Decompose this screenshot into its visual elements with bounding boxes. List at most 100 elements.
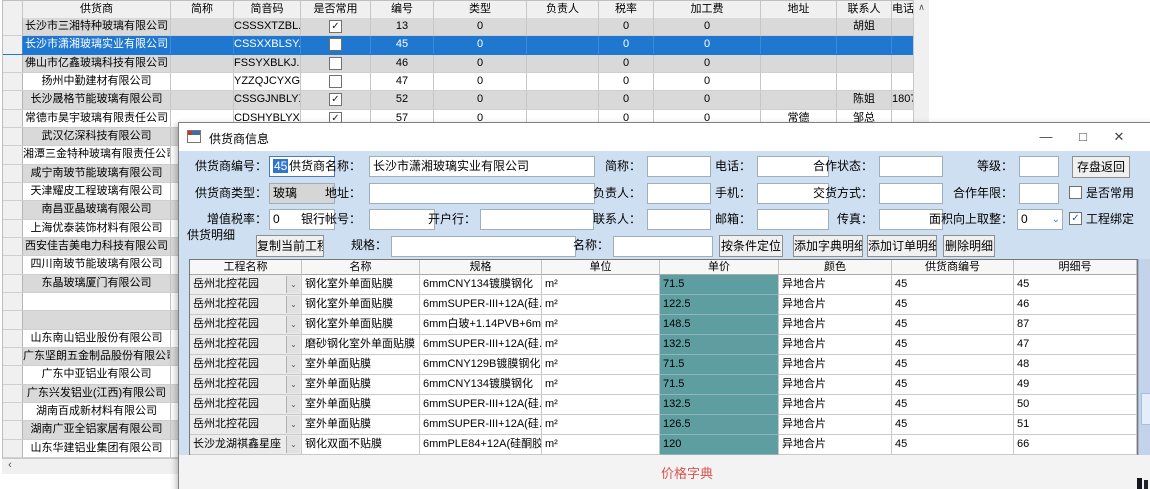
column-header[interactable]: 供货商 — [23, 1, 171, 19]
detail-cell: 132.5 — [660, 335, 779, 355]
column-header[interactable]: 简音码 — [234, 1, 301, 19]
row-header-cell — [3, 55, 23, 72]
project-bind-checkbox[interactable]: ✓工程绑定 — [1069, 212, 1134, 227]
common-use-checkbox[interactable] — [329, 57, 342, 70]
column-header[interactable]: 联系人 — [837, 1, 892, 19]
scroll-up-icon[interactable]: ∧ — [914, 0, 929, 16]
project-combo-cell[interactable]: 岳州北控花园⌄ — [190, 395, 302, 415]
maximize-icon[interactable]: □ — [1068, 127, 1098, 147]
column-header[interactable]: 名称 — [302, 260, 420, 275]
detail-cell: 71.5 — [660, 275, 779, 295]
column-header[interactable]: 负责人 — [527, 1, 599, 19]
column-header[interactable]: 简称 — [171, 1, 234, 19]
project-combo-cell[interactable]: 岳州北控花园⌄ — [190, 415, 302, 435]
column-header[interactable]: 明细号 — [1014, 260, 1137, 275]
name-filter-input[interactable] — [613, 236, 713, 257]
project-combo-cell[interactable]: 岳州北控花园⌄ — [190, 355, 302, 375]
project-combo-cell[interactable]: 岳州北控花园⌄ — [190, 295, 302, 315]
supplier-cell: 常德市昊宇玻璃有限责任公司 — [23, 110, 171, 127]
add-order-detail-button[interactable]: 添加订单明细 — [867, 235, 937, 257]
grade-input[interactable] — [1019, 156, 1059, 177]
project-combo-cell[interactable]: 岳州北控花园⌄ — [190, 335, 302, 355]
combo-arrow-icon[interactable]: ⌄ — [286, 276, 300, 293]
detail-cell: 钢化室外单面贴膜 — [302, 315, 420, 335]
common-use-checkbox[interactable] — [329, 75, 342, 88]
detail-row[interactable]: 长沙龙湖祺鑫星座⌄钢化双面不贴膜6mmPLE84+12A(硅酮胶...m²120… — [190, 435, 1137, 455]
supplier-cell: 扬州中勤建材有限公司 — [23, 73, 171, 90]
combo-arrow-icon[interactable]: ⌄ — [286, 336, 300, 353]
address-input[interactable] — [369, 183, 595, 204]
combo-arrow-icon[interactable]: ⌄ — [286, 436, 300, 453]
detail-row[interactable]: 岳州北控花园⌄钢化室外单面贴膜6mmCNY134镀膜钢化m²71.5异地合片45… — [190, 275, 1137, 295]
project-combo-cell[interactable]: 岳州北控花园⌄ — [190, 315, 302, 335]
background-artifact — [1137, 476, 1150, 489]
column-header[interactable]: 颜色 — [779, 260, 892, 275]
project-combo-cell[interactable]: 岳州北控花园⌄ — [190, 375, 302, 395]
detail-row[interactable]: 岳州北控花园⌄室外单面贴膜6mmSUPER-III+12A(硅...m²126.… — [190, 415, 1137, 435]
column-header[interactable]: 规格 — [420, 260, 542, 275]
detail-table-header: 工程名称名称规格单位单价颜色供货商编号明细号 — [190, 260, 1137, 275]
minimize-icon[interactable]: — — [1031, 127, 1061, 147]
combo-arrow-icon[interactable]: ⌄ — [286, 296, 300, 313]
detail-row[interactable]: 岳州北控花园⌄钢化室外单面贴膜6mmSUPER-III+12A(硅...m²12… — [190, 295, 1137, 315]
column-header[interactable]: 编号 — [371, 1, 434, 19]
supplier-row[interactable]: 扬州中勤建材有限公司YZZQJCYXGS47000 — [3, 73, 914, 91]
common-use-checkbox[interactable]: ✓ — [329, 93, 342, 106]
column-header[interactable]: 电话 — [892, 1, 914, 19]
supplier-row[interactable]: 长沙市三湘特种玻璃有限公司CSSSXTZBL...✓13000胡姐 — [3, 18, 914, 36]
supplier-row[interactable]: 长沙市潇湘玻璃实业有限公司CSSXXBLSY...45000 — [3, 36, 914, 54]
close-icon[interactable]: ✕ — [1104, 127, 1134, 147]
supplier-cell — [527, 91, 599, 108]
supplier-row[interactable]: 长沙晟格节能玻璃有限公司CSSGJNBLYXGS✓52000陈姐180751 — [3, 91, 914, 109]
is-common-checkbox[interactable]: 是否常用 — [1069, 186, 1134, 201]
copy-project-button[interactable]: 复制当前工程 — [256, 235, 324, 257]
area-round-up-select[interactable]: 0⌄ — [1017, 209, 1063, 230]
detail-cell: 6mmCNY129B镀膜钢化 — [420, 355, 542, 375]
column-header[interactable]: 工程名称 — [190, 260, 302, 275]
supplier-row[interactable]: 佛山市亿鑫玻璃科技有限公司FSSYXBLKJ...46000 — [3, 55, 914, 73]
project-combo-cell[interactable]: 长沙龙湖祺鑫星座⌄ — [190, 435, 302, 455]
scroll-left-icon[interactable]: ‹ — [2, 459, 18, 474]
dropdown-arrow-icon[interactable]: ⌄ — [1052, 212, 1060, 227]
column-header[interactable]: 税率 — [599, 1, 654, 19]
supplier-name-label: 供货商名称： — [277, 156, 361, 177]
supplier-cell: 广东中亚铝业有限公司 — [23, 366, 171, 383]
common-use-checkbox[interactable]: ✓ — [329, 20, 342, 33]
add-dict-detail-button[interactable]: 添加字典明细 — [793, 235, 863, 257]
supplier-name-input[interactable]: 长沙市潇湘玻璃实业有限公司 — [369, 156, 595, 177]
project-combo-cell[interactable]: 岳州北控花园⌄ — [190, 275, 302, 295]
column-header[interactable]: 单价 — [660, 260, 779, 275]
dialog-titlebar[interactable]: 供货商信息 — □ ✕ — [179, 123, 1150, 151]
delivery-input[interactable] — [879, 183, 943, 204]
combo-arrow-icon[interactable]: ⌄ — [286, 316, 300, 333]
bank-name-input[interactable] — [480, 209, 594, 230]
detail-row[interactable]: 岳州北控花园⌄钢化室外单面贴膜6mm白玻+1.14PVB+6mm...m²148… — [190, 315, 1137, 335]
detail-row[interactable]: 岳州北控花园⌄室外单面贴膜6mmCNY129B镀膜钢化m²71.5异地合片454… — [190, 355, 1137, 375]
column-header[interactable]: 供货商编号 — [892, 260, 1014, 275]
locate-button[interactable]: 按条件定位 — [719, 235, 783, 257]
detail-row[interactable]: 岳州北控花园⌄室外单面贴膜6mmCNY134镀膜钢化m²71.5异地合片4549 — [190, 375, 1137, 395]
combo-arrow-icon[interactable]: ⌄ — [286, 396, 300, 413]
common-use-checkbox[interactable] — [329, 38, 342, 51]
combo-arrow-icon[interactable]: ⌄ — [286, 416, 300, 433]
phone-label: 电话： — [701, 156, 751, 177]
combo-arrow-icon[interactable]: ⌄ — [286, 376, 300, 393]
detail-row[interactable]: 岳州北控花园⌄室外单面贴膜6mmSUPER-III+12A(硅...m²132.… — [190, 395, 1137, 415]
scrollbar-thumb[interactable] — [1141, 393, 1150, 425]
row-header-cell — [3, 385, 23, 402]
checkbox-icon[interactable]: ✓ — [1069, 212, 1082, 225]
delete-detail-button[interactable]: 删除明细 — [943, 235, 995, 257]
combo-arrow-icon[interactable]: ⌄ — [286, 356, 300, 373]
coop-years-input[interactable] — [1019, 183, 1059, 204]
column-header[interactable]: 单位 — [542, 260, 660, 275]
column-header[interactable]: 类型 — [434, 1, 527, 19]
detail-row[interactable]: 岳州北控花园⌄磨砂钢化室外单面贴膜6mmSUPER-III+12A(硅...m²… — [190, 335, 1137, 355]
save-return-button[interactable]: 存盘返回 — [1072, 156, 1130, 178]
column-header[interactable]: 加工费 — [654, 1, 761, 19]
column-header[interactable]: 是否常用 — [301, 1, 371, 19]
spec-filter-input[interactable] — [391, 236, 576, 257]
column-header[interactable]: 地址 — [761, 1, 837, 19]
coop-status-input[interactable] — [879, 156, 943, 177]
checkbox-icon[interactable] — [1069, 186, 1082, 199]
dialog-footer: 价格字典 — [179, 455, 1150, 489]
